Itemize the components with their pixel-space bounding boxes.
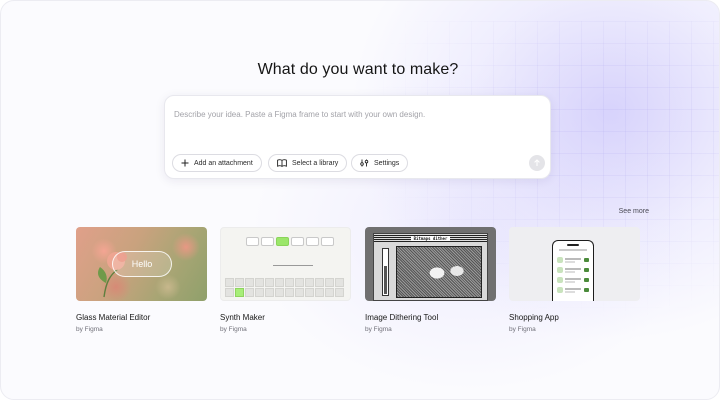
synth-step <box>315 278 324 287</box>
template-author: by Figma <box>365 326 392 333</box>
product-row <box>557 257 589 264</box>
template-card-shopping[interactable]: Shopping App by Figma <box>509 227 640 333</box>
product-tag <box>584 278 589 282</box>
synth-step <box>295 288 304 297</box>
product-thumb <box>557 287 563 293</box>
synth-step <box>275 278 284 287</box>
template-thumbnail: Hello <box>76 227 207 301</box>
template-card-dither[interactable]: Bitmaps dither Image Dithering Tool by F… <box>365 227 496 333</box>
synth-step <box>335 278 344 287</box>
phone-mockup <box>552 240 594 301</box>
product-row <box>557 267 589 274</box>
add-attachment-button[interactable]: Add an attachment <box>172 154 262 172</box>
settings-label: Settings <box>374 159 400 167</box>
template-author: by Figma <box>220 326 247 333</box>
template-author: by Figma <box>76 326 103 333</box>
synth-button <box>291 237 304 246</box>
synth-step <box>325 278 334 287</box>
synth-step-grid <box>225 278 344 297</box>
synth-step <box>235 278 244 287</box>
product-row <box>557 287 589 294</box>
synth-waveform-buttons <box>246 237 334 246</box>
synth-step <box>225 278 234 287</box>
app-frame: What do you want to make? Add an attachm… <box>0 0 720 400</box>
template-thumbnail: Bitmaps dither <box>365 227 496 301</box>
product-tag <box>584 268 589 272</box>
see-more-link[interactable]: See more <box>601 208 649 215</box>
synth-button <box>261 237 274 246</box>
template-thumbnail <box>509 227 640 301</box>
template-thumbnail <box>220 227 351 301</box>
product-row <box>557 277 589 284</box>
plus-icon <box>181 159 189 167</box>
dither-slider <box>382 248 389 296</box>
sliders-icon <box>360 159 369 167</box>
product-line <box>565 271 575 273</box>
synth-step <box>225 288 234 297</box>
arrow-up-icon <box>534 159 540 166</box>
add-attachment-label: Add an attachment <box>194 159 253 167</box>
glass-hello-pill: Hello <box>112 251 172 277</box>
synth-button <box>306 237 319 246</box>
page-title: What do you want to make? <box>257 61 459 78</box>
template-title: Image Dithering Tool <box>365 313 439 322</box>
product-thumb <box>557 257 563 263</box>
phone-header <box>559 249 587 251</box>
synth-slider-track <box>273 265 313 266</box>
prompt-input[interactable] <box>174 106 542 122</box>
synth-button <box>321 237 334 246</box>
synth-step <box>305 288 314 297</box>
select-library-label: Select a library <box>292 159 339 167</box>
product-line <box>565 258 581 260</box>
product-line <box>565 278 581 280</box>
synth-step <box>315 288 324 297</box>
prompt-card: Add an attachment Select a library Setti… <box>164 95 551 179</box>
template-author: by Figma <box>509 326 536 333</box>
template-title: Synth Maker <box>220 313 265 322</box>
product-line <box>565 291 575 293</box>
synth-step <box>335 288 344 297</box>
product-line <box>565 261 575 263</box>
product-line <box>565 268 581 270</box>
synth-step <box>285 278 294 287</box>
synth-step <box>275 288 284 297</box>
product-tag <box>584 258 589 262</box>
synth-step <box>245 288 254 297</box>
product-line <box>565 281 575 283</box>
send-button[interactable] <box>529 155 545 171</box>
dither-title: Bitmaps dither <box>410 235 451 241</box>
product-thumb <box>557 277 563 283</box>
glass-hello-text: Hello <box>131 259 153 269</box>
product-thumb <box>557 267 563 273</box>
dither-slider-fill <box>384 266 387 294</box>
template-title: Shopping App <box>509 313 559 322</box>
synth-step <box>305 278 314 287</box>
template-card-synth[interactable]: Synth Maker by Figma <box>220 227 351 333</box>
synth-button <box>246 237 259 246</box>
synth-step <box>255 278 264 287</box>
synth-button-active <box>276 237 289 246</box>
select-library-button[interactable]: Select a library <box>268 154 348 172</box>
settings-button[interactable]: Settings <box>351 154 409 172</box>
synth-step <box>285 288 294 297</box>
template-card-glass[interactable]: Hello Glass Material Editor by Figma <box>76 227 207 333</box>
book-icon <box>277 159 287 167</box>
synth-step <box>295 278 304 287</box>
product-line <box>565 288 581 290</box>
dithered-sheep-image <box>396 246 482 298</box>
dither-titlebar: Bitmaps dither <box>374 234 487 242</box>
phone-notch <box>567 244 579 246</box>
synth-step <box>265 278 274 287</box>
synth-step <box>245 278 254 287</box>
synth-step <box>255 288 264 297</box>
template-title: Glass Material Editor <box>76 313 151 322</box>
synth-step-on <box>235 288 244 297</box>
synth-step <box>325 288 334 297</box>
synth-step <box>265 288 274 297</box>
dither-window: Bitmaps dither <box>373 233 488 301</box>
product-tag <box>584 288 589 292</box>
